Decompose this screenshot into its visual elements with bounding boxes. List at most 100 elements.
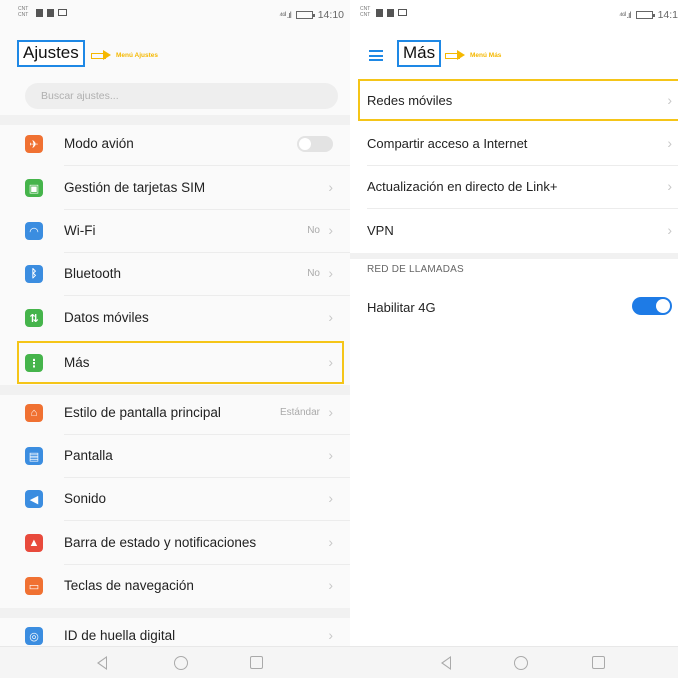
item-label: Teclas de navegación: [64, 578, 194, 593]
item-label: Habilitar 4G: [367, 300, 436, 315]
settings-screen: CNT CNT ⁴⁶ᴵ .ıl 14:10 Ajustes Menú Ajust…: [0, 0, 350, 678]
item-value: No: [307, 268, 320, 279]
item-label: Actualización en directo de Link+: [367, 179, 558, 194]
more-header: Más Menú Más: [350, 30, 678, 68]
annotation-text: Menú Ajustes: [116, 51, 159, 59]
more-item-link-plus[interactable]: Actualización en directo de Link+ ›: [350, 165, 678, 209]
settings-item-home-style[interactable]: ⌂ Estilo de pantalla principal Estándar …: [0, 391, 350, 435]
lock-icon: [376, 9, 383, 17]
carrier-labels: CNT CNT: [360, 6, 370, 18]
settings-item-airplane-mode[interactable]: ✈ Modo avión: [0, 122, 350, 166]
airplane-icon: ✈: [25, 135, 43, 153]
page-title: Más: [397, 40, 442, 67]
airplane-mode-toggle[interactable]: [297, 136, 333, 152]
search-input[interactable]: Buscar ajustes...: [25, 83, 338, 109]
signal-icon: ⁴⁶ᴵ .ıl: [618, 10, 632, 20]
item-label: Pantalla: [64, 448, 113, 463]
annotation-more-menu: Menú Más: [445, 50, 501, 60]
status-right: ⁴⁶ᴵ .ıl 14:1: [619, 9, 678, 21]
item-label: Wi-Fi: [64, 223, 96, 238]
chevron-right-icon: ›: [667, 222, 672, 238]
chevron-right-icon: ›: [328, 179, 333, 195]
home-icon[interactable]: [174, 656, 188, 670]
wifi-icon: ◠: [25, 222, 43, 240]
mail-icon: [58, 9, 67, 16]
clock: 14:1: [657, 9, 678, 21]
item-label: Sonido: [64, 491, 107, 506]
settings-item-wifi[interactable]: ◠ Wi-Fi No ›: [0, 209, 350, 253]
status-right: ⁴⁶ᴵ .ıl 14:10: [279, 9, 344, 21]
settings-item-sim-management[interactable]: ▣ Gestión de tarjetas SIM ›: [0, 166, 350, 210]
chevron-right-icon: ›: [328, 447, 333, 463]
item-label: Modo avión: [64, 136, 134, 151]
sim-card-icon: ▣: [25, 179, 43, 197]
chevron-right-icon: ›: [328, 222, 333, 238]
highlight-box-more: [17, 341, 344, 384]
highlight-box-mobile-networks: [358, 79, 678, 121]
notification-icon: ▲: [25, 534, 43, 552]
carrier-2: CNT: [18, 12, 29, 18]
annotation-settings-menu: Menú Ajustes: [91, 50, 159, 60]
more-screen: CNT CNT ⁴⁶ᴵ .ıl 14:1 Más Menú Más Redes …: [350, 0, 678, 678]
more-item-tethering[interactable]: Compartir acceso a Internet ›: [350, 122, 678, 166]
settings-item-display[interactable]: ▤ Pantalla ›: [0, 434, 350, 478]
navigation-keys-icon: ▭: [25, 577, 43, 595]
image-icon: [387, 9, 394, 17]
fingerprint-icon: ◎: [25, 627, 43, 645]
settings-item-sound[interactable]: ◀ Sonido ›: [0, 477, 350, 521]
mobile-data-icon: ⇅: [25, 309, 43, 327]
settings-item-mobile-data[interactable]: ⇅ Datos móviles ›: [0, 296, 350, 340]
notification-icons: [36, 9, 67, 17]
arrow-icon: [445, 50, 467, 60]
chevron-right-icon: ›: [667, 135, 672, 151]
item-label: Gestión de tarjetas SIM: [64, 180, 206, 195]
item-label: Compartir acceso a Internet: [367, 136, 528, 151]
sound-icon: ◀: [25, 490, 43, 508]
battery-icon: [295, 11, 315, 19]
enable-4g-toggle[interactable]: [632, 297, 672, 315]
more-item-vpn[interactable]: VPN ›: [350, 209, 678, 253]
lock-icon: [36, 9, 43, 17]
item-label: Datos móviles: [64, 310, 149, 325]
carrier-labels: CNT CNT: [18, 6, 28, 18]
bluetooth-icon: ᛒ: [25, 265, 43, 283]
section-header-calls: RED DE LLAMADAS: [367, 264, 464, 275]
notification-icons: [376, 9, 407, 17]
chevron-right-icon: ›: [667, 178, 672, 194]
chevron-right-icon: ›: [328, 534, 333, 550]
more-item-enable-4g[interactable]: Habilitar 4G: [350, 286, 678, 330]
item-value: No: [307, 225, 320, 236]
arrow-icon: [91, 50, 113, 60]
back-icon[interactable]: [96, 656, 107, 670]
settings-item-status-bar[interactable]: ▲ Barra de estado y notificaciones ›: [0, 521, 350, 565]
home-icon[interactable]: [514, 656, 528, 670]
clock: 14:10: [317, 9, 344, 21]
mail-icon: [398, 9, 407, 16]
signal-icon: ⁴⁶ᴵ .ıl: [279, 10, 292, 20]
image-icon: [47, 9, 54, 17]
battery-icon: [635, 11, 655, 19]
section-divider: [350, 253, 678, 259]
item-label: Estilo de pantalla principal: [64, 405, 221, 420]
navigation-bar: [350, 646, 678, 678]
recent-apps-icon[interactable]: [592, 656, 605, 669]
home-style-icon: ⌂: [25, 404, 43, 422]
chevron-right-icon: ›: [328, 490, 333, 506]
item-label: Barra de estado y notificaciones: [64, 535, 257, 550]
settings-item-navigation-keys[interactable]: ▭ Teclas de navegación ›: [0, 564, 350, 608]
page-title: Ajustes: [17, 40, 85, 67]
item-label: Bluetooth: [64, 266, 122, 281]
carrier-2: CNT: [360, 12, 371, 18]
chevron-right-icon: ›: [328, 627, 333, 643]
settings-item-bluetooth[interactable]: ᛒ Bluetooth No ›: [0, 252, 350, 296]
back-icon[interactable]: [440, 656, 451, 670]
status-bar: CNT CNT ⁴⁶ᴵ .ıl 14:1: [350, 0, 678, 28]
menu-icon[interactable]: [369, 50, 383, 61]
recent-apps-icon[interactable]: [250, 656, 263, 669]
chevron-right-icon: ›: [328, 577, 333, 593]
chevron-right-icon: ›: [328, 265, 333, 281]
item-value: Estándar: [279, 407, 320, 418]
display-icon: ▤: [25, 447, 43, 465]
navigation-bar: [0, 646, 350, 678]
item-label: ID de huella digital: [64, 628, 176, 643]
